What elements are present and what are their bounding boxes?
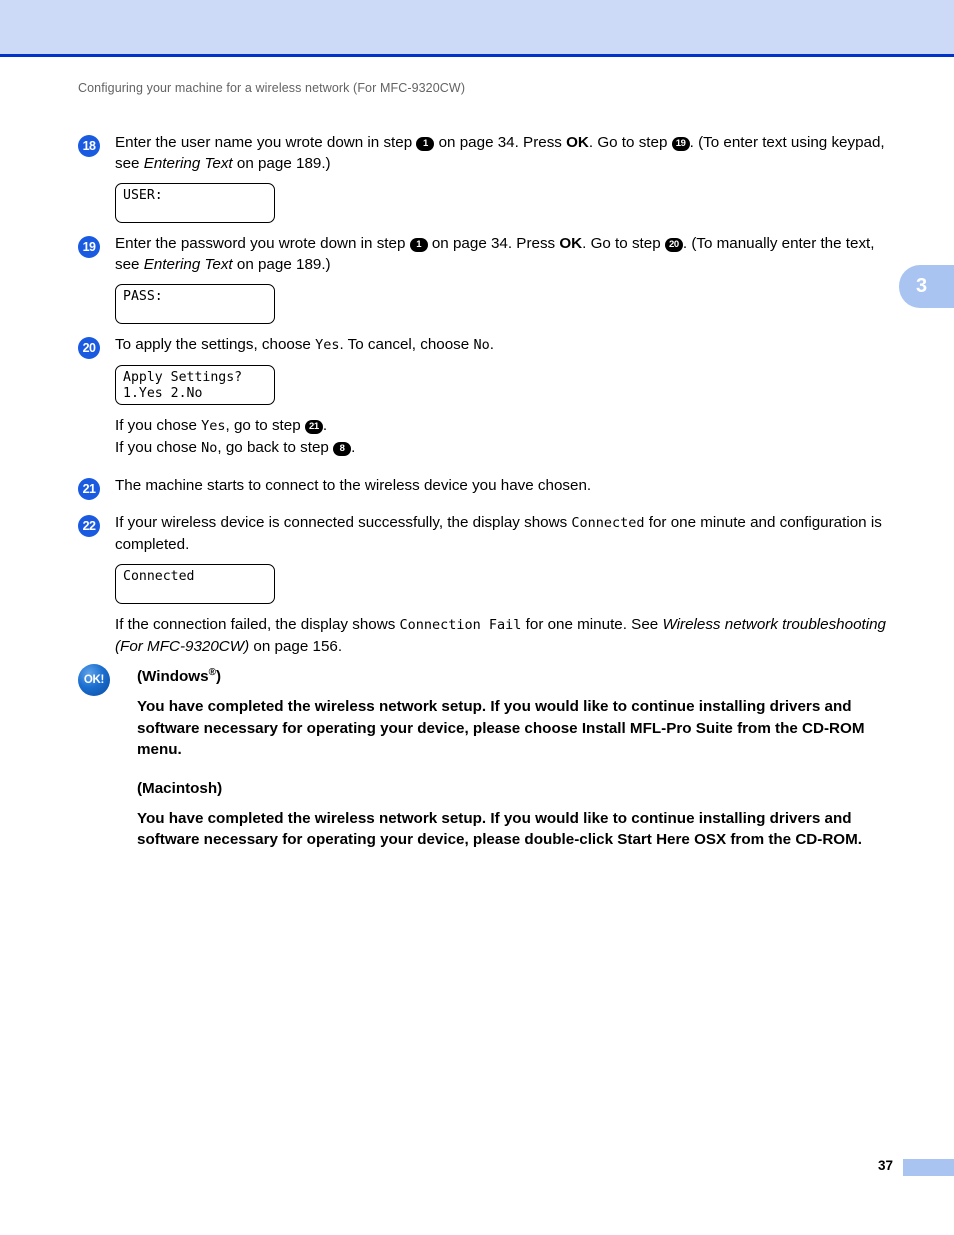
branch-note-no: If you chose No, go back to step 8. — [115, 437, 893, 459]
step-20: 20 To apply the settings, choose Yes. To… — [78, 334, 893, 359]
windows-paragraph: You have completed the wireless network … — [137, 698, 865, 759]
step-ref-21-icon: 21 — [304, 420, 323, 434]
step-20-text-a: To apply the settings, choose — [115, 336, 316, 353]
step-20-text-b: . To cancel, choose — [339, 336, 474, 353]
windows-heading: (Windows®) — [137, 662, 893, 687]
step-ref-19-icon: 19 — [671, 137, 690, 151]
step-18: 18 Enter the user name you wrote down in… — [78, 132, 893, 174]
page-number: 37 — [877, 1158, 893, 1173]
macintosh-paragraph: You have completed the wireless network … — [137, 809, 862, 849]
step-18-text: Enter the user name you wrote down in st… — [115, 132, 893, 174]
step-22: 22 If your wireless device is connected … — [78, 512, 893, 555]
step-18-ok-key: OK — [566, 134, 589, 151]
step-19-text-e: on page 189.) — [232, 256, 331, 273]
step-21: 21 The machine starts to connect to the … — [78, 475, 893, 500]
document-content: 18 Enter the user name you wrote down in… — [78, 132, 893, 657]
fail-note-mono: Connection Fail — [399, 617, 522, 633]
step-18-text-b: on page 34. Press — [434, 134, 567, 151]
step-marker-20: 20 — [78, 337, 100, 359]
branch-yes-c: . — [322, 417, 328, 434]
branch-no-mono: No — [201, 440, 218, 456]
step-19-text-c: . Go to step — [582, 235, 665, 252]
lcd-line: Apply Settings? — [123, 370, 243, 385]
branch-yes-b: , go to step — [225, 417, 305, 434]
branch-no-c: . — [351, 439, 356, 456]
step-19-text-b: on page 34. Press — [427, 235, 560, 252]
step-20-mono-no: No — [473, 337, 490, 353]
fail-note-a: If the connection failed, the display sh… — [115, 616, 400, 633]
step-18-text-a: Enter the user name you wrote down in st… — [115, 134, 417, 151]
footer-accent-bar — [903, 1159, 954, 1176]
step-18-italic-ref: Entering Text — [143, 155, 233, 172]
ok-callout: OK! (Windows®) You have completed the wi… — [78, 662, 893, 868]
lcd-line: PASS: — [123, 289, 163, 304]
fail-note-c: on page 156. — [249, 638, 343, 655]
branch-no-b: , go back to step — [217, 439, 334, 456]
step-20-mono-yes: Yes — [315, 337, 340, 353]
lcd-line: Connected — [123, 569, 195, 584]
step-marker-21: 21 — [78, 478, 100, 500]
branch-no-a: If you chose — [115, 439, 202, 456]
lcd-line: USER: — [123, 188, 163, 203]
lcd-line: 1.Yes 2.No — [123, 386, 203, 401]
step-19-text: Enter the password you wrote down in ste… — [115, 233, 893, 275]
step-ref-8-icon: 8 — [333, 442, 352, 456]
registered-mark-icon: ® — [208, 667, 216, 678]
chapter-tab-number: 3 — [915, 275, 928, 297]
page-top-banner — [0, 0, 954, 57]
step-19-text-a: Enter the password you wrote down in ste… — [115, 235, 410, 252]
lcd-display-connected: Connected — [115, 564, 275, 604]
windows-heading-pre: (Windows — [137, 668, 209, 686]
fail-note-b: for one minute. See — [521, 616, 663, 633]
ok-callout-body: (Windows®) You have completed the wirele… — [78, 662, 893, 851]
lcd-display-apply-settings: Apply Settings? 1.Yes 2.No — [115, 365, 275, 405]
step-21-text: The machine starts to connect to the wir… — [115, 477, 592, 494]
step-20-branch-notes: If you chose Yes, go to step 21. If you … — [115, 415, 893, 459]
ok-badge-icon: OK! — [78, 664, 110, 696]
lcd-display-user: USER: — [115, 183, 275, 223]
step-marker-18: 18 — [78, 135, 100, 157]
windows-heading-post: ) — [215, 668, 222, 686]
step-22-text: If your wireless device is connected suc… — [115, 512, 893, 555]
step-22-mono-connected: Connected — [571, 515, 645, 531]
step-19: 19 Enter the password you wrote down in … — [78, 233, 893, 275]
step-marker-19: 19 — [78, 236, 100, 258]
lcd-display-pass: PASS: — [115, 284, 275, 324]
step-19-italic-ref: Entering Text — [143, 256, 233, 273]
branch-note-yes: If you chose Yes, go to step 21. — [115, 415, 893, 437]
step-ref-1-icon: 1 — [416, 137, 435, 151]
step-22-text-a: If your wireless device is connected suc… — [115, 514, 572, 531]
step-19-ok-key: OK — [559, 235, 583, 252]
running-header: Configuring your machine for a wireless … — [78, 81, 466, 95]
step-20-text-c: . — [489, 336, 494, 353]
step-20-text: To apply the settings, choose Yes. To ca… — [115, 334, 893, 356]
macintosh-heading: (Macintosh) — [137, 779, 223, 797]
step-18-text-e: on page 189.) — [232, 155, 331, 172]
branch-yes-mono: Yes — [201, 418, 226, 434]
step-18-text-c: . Go to step — [588, 134, 672, 151]
step-ref-1-icon: 1 — [409, 238, 428, 252]
step-ref-20-icon: 20 — [664, 238, 683, 252]
connection-fail-note: If the connection failed, the display sh… — [115, 614, 893, 657]
branch-yes-a: If you chose — [115, 417, 202, 434]
step-marker-22: 22 — [78, 515, 100, 537]
chapter-tab: 3 — [899, 265, 954, 308]
